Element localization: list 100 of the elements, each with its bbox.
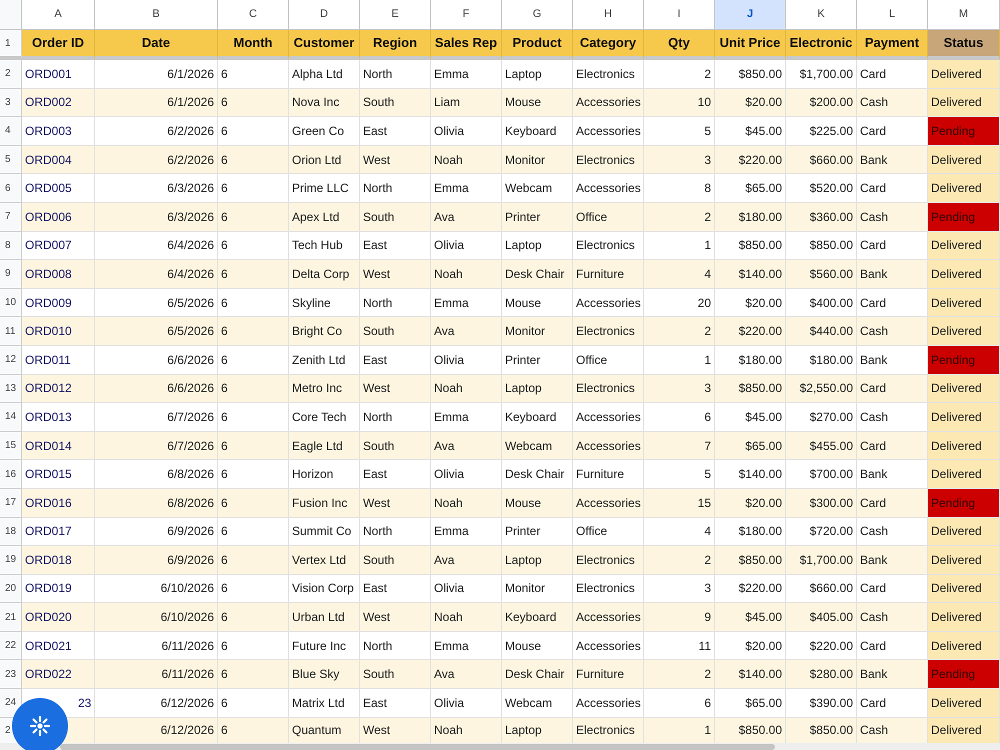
table-cell: Delivered [928,603,1000,632]
table-cell: Electronics [573,232,644,260]
table-cell: Delivered [928,88,1000,118]
table-cell: $20.00 [715,632,786,660]
column-header[interactable]: J [715,0,786,30]
table-cell: East [360,689,431,718]
table-cell: 6/3/2026 [95,202,218,232]
table-cell: East [360,117,431,146]
table-cell: 6 [218,603,289,632]
column-header[interactable]: M [928,0,1000,30]
table-cell: Green Co [289,117,360,146]
row-number[interactable]: 1 [5,36,11,50]
table-cell: $850.00 [715,546,786,575]
table-cell: 6/5/2026 [95,288,218,318]
table-cell: Desk Chair [502,660,573,690]
table-cell: West [360,374,431,404]
table-cell: 6/12/2026 [95,689,218,718]
table-cell: Keyboard [502,117,573,146]
table-cell: Delivered [928,574,1000,604]
table-cell: Noah [431,374,502,404]
horizontal-scrollbar[interactable] [0,743,1000,750]
row-number[interactable]: 7 [5,209,11,224]
table-cell: 6/10/2026 [95,603,218,632]
table-cell: ORD022 [22,660,95,690]
row-number[interactable]: 4 [5,123,11,138]
header-cell: Order ID [22,30,95,60]
column-header[interactable]: D [289,0,360,30]
corner-cell[interactable] [0,0,22,30]
table-cell: Keyboard [502,403,573,432]
column-header[interactable]: F [431,0,502,30]
table-cell: Bank [857,146,928,174]
table-cell: Noah [431,488,502,518]
table-cell: $20.00 [715,288,786,318]
column-header[interactable]: C [218,0,289,30]
table-cell: 6 [218,460,289,489]
table-cell: Olivia [431,689,502,718]
table-cell: 3 [644,574,715,604]
table-cell: Card [857,374,928,404]
table-cell: $140.00 [715,260,786,289]
column-header[interactable]: A [22,0,95,30]
table-cell: Noah [431,146,502,174]
table-cell: Accessories [573,632,644,660]
header-cell: Date [95,30,218,60]
table-cell: Zenith Ltd [289,346,360,375]
table-cell: East [360,232,431,260]
table-cell: Electronics [573,317,644,346]
table-cell: Pending [928,346,1000,375]
table-cell: Alpha Ltd [289,60,360,89]
table-cell: 1 [644,232,715,260]
table-cell: $20.00 [715,488,786,518]
scrollbar-thumb[interactable] [60,744,775,750]
table-cell: ORD012 [22,374,95,404]
table-cell: Card [857,174,928,203]
table-cell: Noah [431,603,502,632]
column-header[interactable]: B [95,0,218,30]
table-cell: 6 [218,346,289,375]
table-cell: Liam [431,88,502,118]
table-cell: ORD017 [22,518,95,546]
table-cell: Ava [431,317,502,346]
row-number[interactable]: 2 [5,722,11,738]
table-cell: $220.00 [715,317,786,346]
table-cell: $65.00 [715,689,786,718]
table-cell: Laptop [502,374,573,404]
table-cell: $200.00 [786,88,857,118]
table-cell: 6 [218,546,289,575]
table-cell: 6/7/2026 [95,432,218,460]
column-header[interactable]: K [786,0,857,30]
table-cell: ORD004 [22,146,95,174]
row-number[interactable]: 8 [5,238,11,253]
table-cell: $225.00 [786,117,857,146]
table-cell: 10 [644,88,715,118]
table-cell: Card [857,117,928,146]
row-number[interactable]: 2 [5,66,11,82]
table-cell: Fusion Inc [289,488,360,518]
table-cell: $560.00 [786,260,857,289]
row-number[interactable]: 3 [5,94,11,110]
table-cell: Accessories [573,288,644,318]
table-cell: Delivered [928,632,1000,660]
table-cell: $220.00 [786,632,857,660]
column-header[interactable]: H [573,0,644,30]
table-cell: 4 [644,518,715,546]
column-header[interactable]: G [502,0,573,30]
table-cell: ORD010 [22,317,95,346]
table-cell: Bank [857,260,928,289]
table-cell: Accessories [573,488,644,518]
table-cell: Delivered [928,403,1000,432]
table-cell: Accessories [573,403,644,432]
table-cell: Delivered [928,374,1000,404]
table-cell: ORD020 [22,603,95,632]
row-number[interactable]: 9 [5,266,11,282]
row-number[interactable]: 5 [5,152,11,168]
row-number[interactable]: 6 [5,180,11,196]
table-cell: $180.00 [715,518,786,546]
column-header[interactable]: L [857,0,928,30]
column-header[interactable]: E [360,0,431,30]
table-cell: Delivered [928,288,1000,318]
table-cell: 6 [218,146,289,174]
column-header[interactable]: I [644,0,715,30]
table-cell: Laptop [502,60,573,89]
table-cell: ORD002 [22,88,95,118]
